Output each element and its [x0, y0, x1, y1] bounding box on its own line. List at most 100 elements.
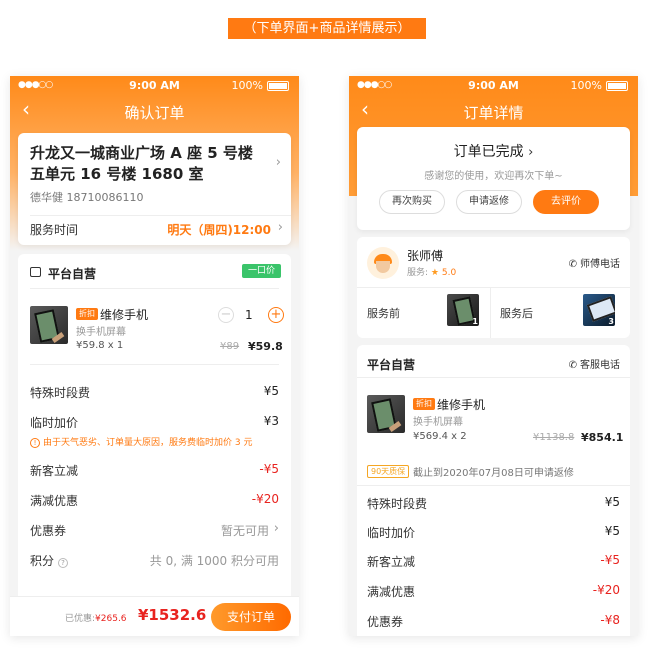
saved-label: 已优惠: [65, 614, 96, 624]
fee-value: ¥5 [604, 495, 620, 509]
points-label: 积分 [30, 554, 55, 568]
address-text: 升龙又一城商业广场 A 座 5 号楼五单元 16 号楼 1680 室 [30, 144, 253, 183]
quantity-increase-button[interactable]: + [268, 307, 284, 323]
service-time-value[interactable]: 明天（周四)12:00 [167, 221, 271, 238]
shop-name: 平台自营 [48, 267, 97, 281]
fee-label: 临时加价 [367, 526, 416, 540]
product-thumbnail[interactable] [367, 395, 405, 433]
after-service-photo[interactable]: 3 [583, 294, 615, 326]
address-card[interactable]: 升龙又一城商业广场 A 座 5 号楼五单元 16 号楼 1680 室 德华健 1… [18, 133, 291, 245]
call-technician-button[interactable]: ✆ 师傅电话 [569, 255, 620, 270]
item-total: ¥854.1 [581, 431, 624, 444]
chevron-right-icon: › [277, 220, 283, 235]
technician-card: 张师傅 服务: ★ 5.0 ✆ 师傅电话 服务前 1 服务后 3 [357, 237, 630, 338]
discount-tag: 折扣 [413, 398, 435, 410]
unit-price: ¥59.8 x 1 [76, 340, 124, 351]
fee-row: 满减优惠 -¥20 [367, 583, 620, 603]
saved-amount: 已优惠:¥265.6 [65, 611, 127, 624]
page-title: 确认订单 [124, 104, 185, 122]
fee-label: 满减优惠 [30, 494, 79, 508]
status-title-text: 订单已完成 [453, 144, 524, 160]
contact-info: 德华健 18710086110 [30, 191, 144, 204]
fee-value: -¥5 [600, 553, 620, 567]
chevron-right-icon: › [273, 521, 279, 536]
photo-count: 3 [608, 317, 614, 326]
quantity-decrease-button[interactable]: − [218, 307, 234, 323]
section-banner: （下单界面+商品详情展示） [228, 18, 426, 39]
battery-percent: 100% [570, 79, 602, 92]
technician-avatar [367, 247, 399, 279]
confirm-order-screen: ●●●○○ 9:00 AM 100% ‹ 确认订单 升龙又一城商业广场 A 座 … [10, 76, 299, 636]
divider [490, 287, 491, 338]
nav-bar: ‹ 订单详情 [349, 96, 638, 126]
before-service-label: 服务前 [367, 307, 400, 320]
fee-value: -¥5 [259, 462, 279, 476]
points-row: 积分? 共 0, 满 1000 积分可用 [30, 552, 279, 572]
service-time-label: 服务时间 [30, 223, 79, 237]
order-card: 平台自营 一口价 折扣 维修手机 换手机屏幕 ¥59.8 x 1 − 1 + ¥… [18, 254, 291, 636]
fee-label: 新客立减 [30, 464, 79, 478]
divider [357, 287, 630, 288]
help-icon[interactable]: ? [58, 558, 69, 568]
fee-label: 特殊时段费 [367, 497, 428, 511]
technician-name: 张师傅 [407, 249, 444, 263]
fee-row: 满减优惠 -¥20 [30, 492, 279, 512]
fee-value: ¥3 [263, 414, 279, 428]
customer-service-call-button[interactable]: ✆ 客服电话 [569, 356, 620, 371]
status-bar: ●●●○○ 9:00 AM 100% [10, 76, 299, 96]
call-technician-label: 师傅电话 [580, 259, 620, 270]
checkout-bar: 已优惠:¥265.6 ¥1532.6 支付订单 [10, 596, 299, 636]
battery-percent: 100% [231, 79, 263, 92]
order-status-title[interactable]: 订单已完成 › [357, 141, 630, 161]
shop-name: 平台自营 [367, 358, 416, 372]
fee-row: 特殊时段费 ¥5 [367, 495, 620, 515]
coupon-row[interactable]: 优惠券 暂无可用 › [30, 521, 279, 542]
discount-tag: 折扣 [76, 308, 98, 320]
fee-row: 临时加价 ¥3 [30, 414, 279, 434]
fee-label: 积分? [30, 552, 69, 569]
product-thumbnail[interactable] [30, 306, 68, 344]
unit-price: ¥569.4 x 2 [413, 431, 467, 442]
buy-again-button[interactable]: 再次购买 [379, 190, 445, 214]
fee-label: 优惠券 [367, 615, 404, 629]
info-icon: ! [30, 438, 40, 448]
surcharge-notice: ! 由于天气恶劣、订单量大原因，服务费临时加价 3 元 [30, 435, 279, 448]
original-price: ¥89 [220, 341, 240, 352]
page-title: 订单详情 [463, 104, 524, 122]
divider [30, 288, 279, 289]
fee-label: 临时加价 [30, 416, 79, 430]
write-review-button[interactable]: 去评价 [533, 190, 599, 214]
fee-value: -¥8 [600, 613, 620, 627]
divider [357, 377, 630, 378]
rating-label: 服务: [407, 268, 429, 278]
phone-icon: ✆ [568, 259, 577, 270]
divider [30, 215, 291, 216]
chevron-right-icon: › [275, 155, 281, 170]
fee-value: ¥5 [604, 524, 620, 538]
photo-count: 1 [472, 317, 478, 326]
fee-value: -¥20 [251, 492, 279, 506]
fee-row: 临时加价 ¥5 [367, 524, 620, 544]
phone-icon: ✆ [568, 360, 577, 371]
pay-order-button[interactable]: 支付订单 [211, 603, 291, 631]
order-total: ¥1532.6 [138, 606, 207, 624]
fee-label: 特殊时段费 [30, 386, 91, 400]
saved-value: ¥265.6 [95, 614, 127, 624]
before-service-photo[interactable]: 1 [447, 294, 479, 326]
order-status-card: 订单已完成 › 感谢您的使用，欢迎再次下单~ 再次购买 申请返修 去评价 [357, 127, 630, 230]
divider [30, 364, 279, 365]
product-name: 维修手机 [437, 398, 486, 412]
chevron-right-icon: › [528, 145, 534, 160]
fee-label: 优惠券 [30, 524, 67, 538]
warranty-text: 截止到2020年07月08日可申请返修 [413, 468, 574, 479]
fee-value: -¥20 [592, 583, 620, 597]
fee-row: 新客立减 -¥5 [30, 462, 279, 482]
battery-icon [267, 81, 289, 91]
request-repair-button[interactable]: 申请返修 [456, 190, 522, 214]
fee-value: 暂无可用 [220, 524, 269, 538]
technician-rating: 服务: ★ 5.0 [407, 265, 456, 278]
fixed-price-badge: 一口价 [241, 264, 281, 278]
customer-service-label: 客服电话 [580, 360, 620, 371]
fee-row: 特殊时段费 ¥5 [30, 384, 279, 404]
shop-icon [30, 267, 41, 277]
